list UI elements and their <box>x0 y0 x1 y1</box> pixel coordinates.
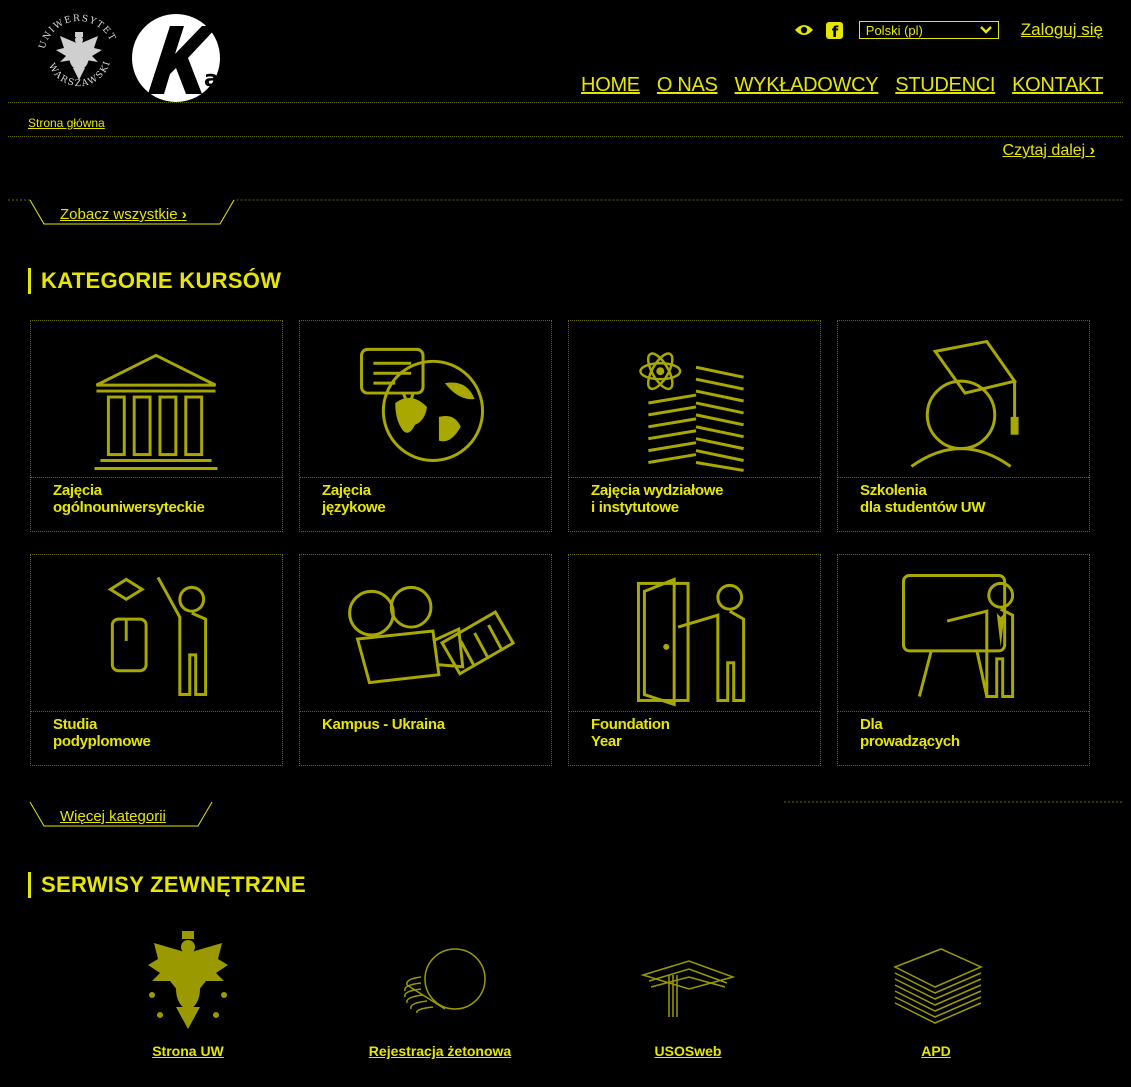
read-more-link[interactable]: Czytaj dalej › <box>1003 142 1095 160</box>
category-label-line1: Dla <box>860 716 883 733</box>
category-label-line1: Zajęcia wydziałowe <box>591 482 724 499</box>
header-divider <box>8 102 1123 103</box>
nav-contact[interactable]: KONTAKT <box>1012 74 1103 97</box>
category-label-line2: i instytutowe <box>591 499 679 516</box>
svg-text:a: a <box>204 67 219 92</box>
top-utility-bar: f Polski (pl) Zaloguj się <box>794 20 1103 41</box>
category-label-line1: Zajęcia <box>322 482 371 499</box>
category-label-line1: Foundation <box>591 716 670 733</box>
chevron-right-icon: › <box>181 206 187 223</box>
category-caption: Zajęcia wydziałowe i instytutowe <box>569 477 820 531</box>
uw-logo[interactable]: UNIWERSYTET WARSZAWSKI <box>30 10 128 100</box>
external-service-item[interactable]: Strona UW <box>108 925 268 1075</box>
category-card[interactable]: Zajęcia ogólnouniwersyteckie <box>30 320 283 532</box>
category-label-line2: podyplomowe <box>53 733 151 750</box>
read-more-label: Czytaj dalej <box>1002 142 1086 159</box>
external-service-label: Strona UW <box>152 1043 224 1059</box>
category-caption: Dla prowadzących <box>838 711 1089 765</box>
language-select-value: Polski (pl) <box>865 22 923 38</box>
category-card[interactable]: Foundation Year <box>568 554 821 766</box>
camera-film-icon <box>348 585 516 685</box>
category-card[interactable]: Dla prowadzących <box>837 554 1090 766</box>
university-building-icon <box>94 353 218 470</box>
chevron-right-icon: › <box>1089 142 1095 159</box>
chevron-down-icon <box>979 26 992 34</box>
nav-lecturers[interactable]: WYKŁADOWCY <box>735 74 879 97</box>
nav-home[interactable]: HOME <box>581 74 640 97</box>
more-categories-link[interactable]: Więcej kategorii <box>60 808 166 825</box>
external-service-label: USOSweb <box>654 1043 722 1059</box>
external-service-item[interactable]: APD <box>856 925 1016 1075</box>
breadcrumb-divider <box>8 136 1123 137</box>
breadcrumb[interactable]: Strona główna <box>28 116 105 130</box>
category-caption: Szkolenia dla studentów UW <box>838 477 1089 531</box>
main-nav: HOME O NAS WYKŁADOWCY STUDENCI KONTAKT <box>581 74 1103 97</box>
graduate-icon <box>910 339 1019 468</box>
category-card[interactable]: Szkolenia dla studentów UW <box>837 320 1090 532</box>
category-caption: Studia podyplomowe <box>31 711 282 765</box>
category-card[interactable]: Kampus - Ukraina <box>299 554 552 766</box>
see-all-link[interactable]: Zobacz wszystkie › <box>60 206 187 223</box>
language-select[interactable]: Polski (pl) <box>858 21 999 39</box>
eagle-emblem-icon <box>148 931 228 1029</box>
globe-speech-icon <box>360 347 485 463</box>
ka-logo[interactable]: a <box>130 12 230 104</box>
category-card[interactable]: Zajęcia językowe <box>299 320 552 532</box>
external-service-label: APD <box>921 1043 951 1059</box>
see-all-label: Zobacz wszystkie <box>60 206 178 223</box>
category-card[interactable]: Zajęcia wydziałowe i instytutowe <box>568 320 821 532</box>
category-grid: Zajęcia ogólnouniwersyteckie Zajęcia jęz… <box>30 320 1092 770</box>
category-label-line2: dla studentów UW <box>860 499 986 516</box>
category-label-line1: Kampus - Ukraina <box>322 716 445 733</box>
category-label-line1: Studia <box>53 716 98 733</box>
category-caption: Zajęcia językowe <box>300 477 551 531</box>
eye-icon[interactable] <box>794 23 814 37</box>
nav-students[interactable]: STUDENCI <box>895 74 995 97</box>
presenter-board-icon <box>901 573 1015 698</box>
graduation-person-icon <box>107 576 208 697</box>
door-person-icon <box>636 577 746 707</box>
page: UNIWERSYTET WARSZAWSKI a f Polski (pl) Z… <box>8 10 1123 1087</box>
external-service-label: Rejestracja żetonowa <box>368 1043 512 1059</box>
category-label-line1: Szkolenia <box>860 482 927 499</box>
category-caption: Foundation Year <box>569 711 820 765</box>
category-label-line1: Zajęcia <box>53 482 102 499</box>
external-service-item[interactable]: Rejestracja żetonowa <box>360 925 520 1075</box>
category-label-line2: językowe <box>322 499 386 516</box>
category-label-line2: prowadzących <box>860 733 960 750</box>
facebook-icon[interactable]: f <box>825 21 843 41</box>
paper-stack-icon <box>893 948 983 1024</box>
categories-title: KATEGORIE KURSÓW <box>28 268 281 294</box>
more-categories-tab-shape <box>29 801 1123 827</box>
cap-stack-icon <box>640 960 736 1017</box>
login-link[interactable]: Zaloguj się <box>1021 20 1103 40</box>
category-card[interactable]: Studia podyplomowe <box>30 554 283 766</box>
category-label-line2: ogólnouniwersyteckie <box>53 499 205 516</box>
external-service-item[interactable]: USOSweb <box>608 925 768 1075</box>
nav-about[interactable]: O NAS <box>657 74 718 97</box>
category-label-line2: Year <box>591 733 622 750</box>
atom-buildings-icon <box>639 352 744 472</box>
category-caption: Zajęcia ogólnouniwersyteckie <box>31 477 282 531</box>
external-services-title: SERWISY ZEWNĘTRZNE <box>28 872 306 898</box>
coins-icon <box>404 948 486 1014</box>
category-caption: Kampus - Ukraina <box>300 711 551 765</box>
